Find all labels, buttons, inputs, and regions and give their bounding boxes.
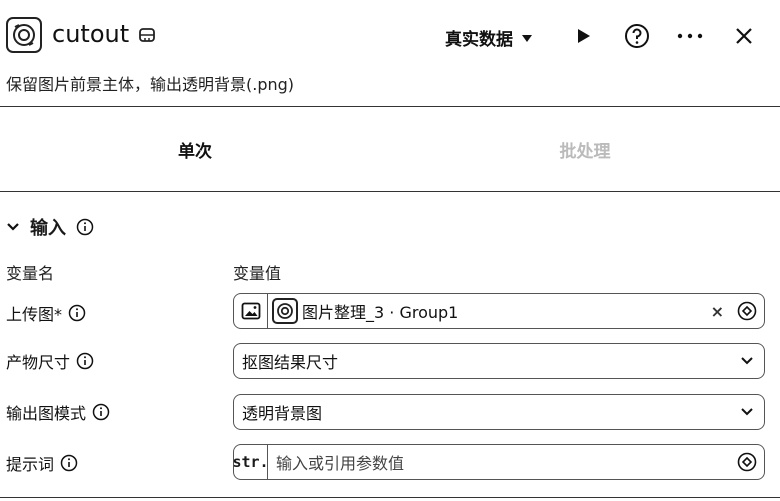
clear-value-icon[interactable]: ×: [711, 302, 724, 321]
param-label-output-size: 产物尺寸: [6, 349, 94, 373]
info-icon[interactable]: [68, 304, 86, 322]
output-size-select[interactable]: 抠图结果尺寸: [233, 343, 765, 379]
run-mode-tabs: 单次 批处理: [0, 106, 780, 192]
chevron-down-icon: [741, 408, 753, 416]
node-description: 保留图片前景主体，输出透明背景(.png): [6, 75, 295, 94]
caret-down-icon: [522, 34, 532, 42]
more-horizontal-icon: [677, 33, 703, 39]
info-icon[interactable]: [76, 218, 94, 236]
app-title: cutout: [52, 20, 130, 48]
string-type-prefix: str.: [232, 445, 269, 479]
image-type-prefix: [234, 294, 268, 328]
tab-single[interactable]: 单次: [0, 107, 390, 191]
run-button[interactable]: [567, 20, 599, 52]
variable-picker-button[interactable]: [730, 452, 764, 472]
dropdown-toggle[interactable]: [730, 407, 764, 417]
more-options-button[interactable]: [674, 20, 706, 52]
data-mode-dropdown[interactable]: 真实数据: [445, 25, 533, 50]
tab-batch[interactable]: 批处理: [390, 107, 780, 191]
param-label-prompt: 提示词: [6, 451, 78, 475]
close-button[interactable]: [728, 20, 760, 52]
image-icon: [241, 302, 260, 320]
info-icon[interactable]: [76, 352, 94, 370]
output-size-value: 抠图结果尺寸: [242, 353, 339, 372]
column-header-value: 变量值: [233, 264, 282, 283]
data-mode-label: 真实数据: [445, 30, 513, 50]
prompt-input[interactable]: 输入或引用参数值: [268, 450, 730, 474]
variable-picker-button[interactable]: [730, 301, 764, 321]
bot-badge-icon: [138, 26, 156, 44]
param-label-output-mode: 输出图模式: [6, 400, 110, 424]
chevron-down-icon: [7, 223, 19, 231]
param-label-upload-image: 上传图*: [6, 301, 86, 325]
output-mode-select[interactable]: 透明背景图: [233, 394, 765, 430]
param-label-text: 产物尺寸: [6, 353, 71, 372]
output-mode-value: 透明背景图: [242, 404, 323, 423]
variable-picker-icon: [737, 301, 757, 321]
play-icon: [578, 29, 590, 43]
upload-image-field[interactable]: 图片整理_3 · Group1 ×: [233, 293, 765, 329]
prompt-input-field[interactable]: str. 输入或引用参数值: [232, 444, 765, 480]
source-node-icon: [272, 298, 298, 324]
string-type-label: str.: [232, 453, 269, 471]
param-label-text: 提示词: [6, 455, 55, 474]
chevron-down-icon: [741, 357, 753, 365]
info-icon[interactable]: [92, 403, 110, 421]
bottom-divider: [0, 497, 780, 498]
param-label-text: 上传图*: [6, 305, 63, 324]
column-header-name: 变量名: [6, 264, 55, 283]
dropdown-toggle[interactable]: [730, 356, 764, 366]
help-icon: [625, 24, 649, 48]
variable-picker-icon: [737, 452, 757, 472]
help-button[interactable]: [621, 20, 653, 52]
app-logo-icon: [6, 17, 42, 53]
info-icon[interactable]: [60, 454, 78, 472]
param-label-text: 输出图模式: [6, 404, 87, 423]
input-section-toggle[interactable]: 输入: [6, 214, 94, 240]
upload-image-value: 图片整理_3 · Group1: [302, 303, 459, 322]
section-title: 输入: [30, 218, 66, 239]
close-icon: [736, 28, 752, 44]
header: cutout 真实数据 保留图片前景主体，输出透明背景(.png): [0, 0, 780, 94]
